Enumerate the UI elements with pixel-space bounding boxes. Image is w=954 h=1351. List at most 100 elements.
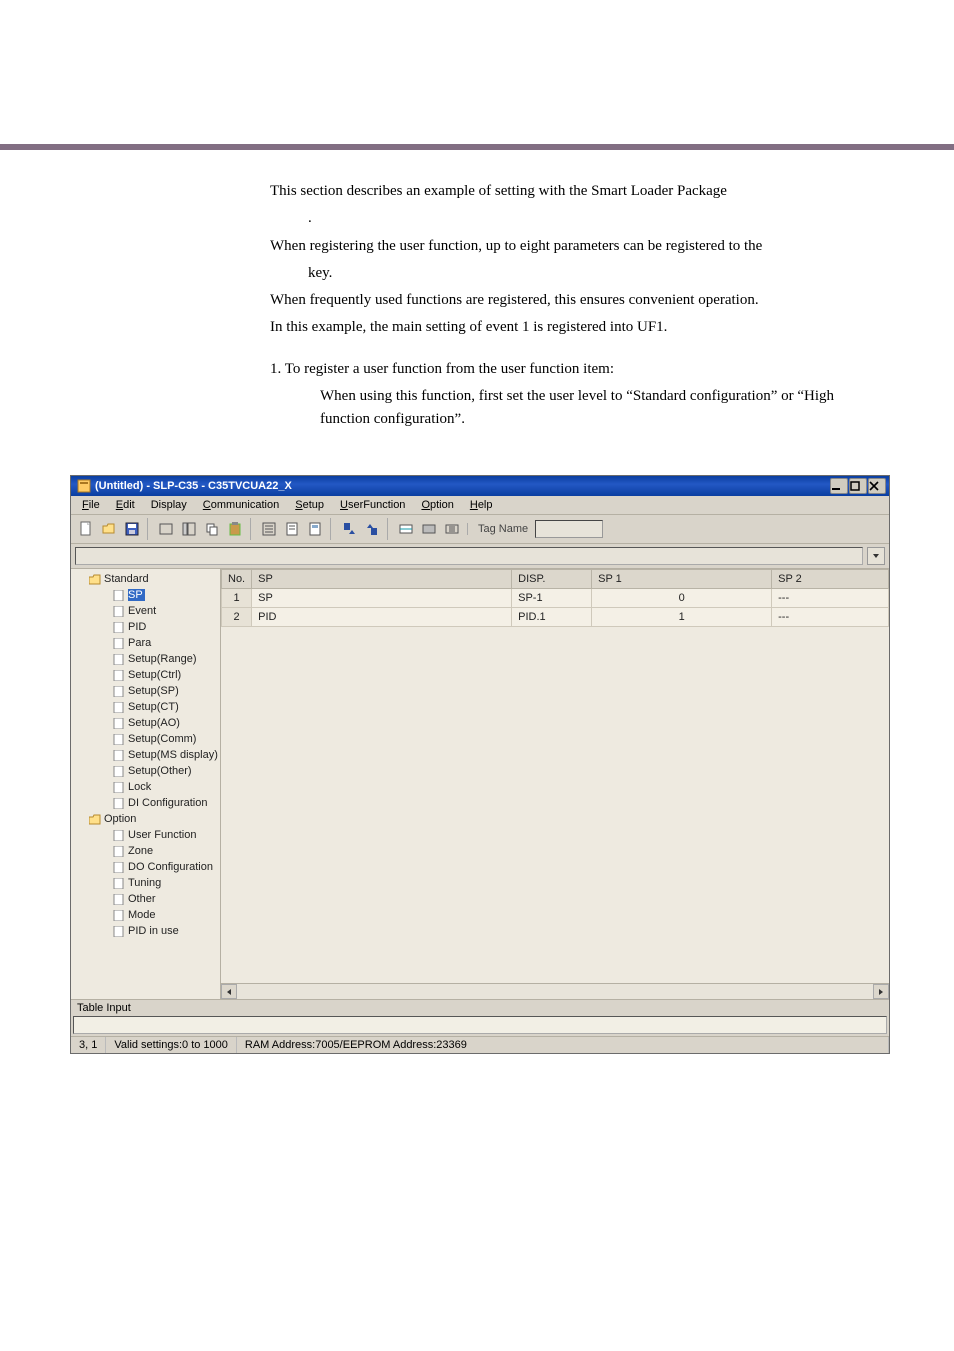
document-icon xyxy=(113,798,125,809)
tag-name-label: Tag Name xyxy=(467,523,534,535)
scroll-right-icon[interactable] xyxy=(873,984,889,999)
document-icon xyxy=(113,782,125,793)
tree-item-setup-sp[interactable]: Setup(SP) xyxy=(99,683,220,699)
toolbar-icon-10[interactable] xyxy=(304,518,326,540)
col-sp[interactable]: SP xyxy=(252,570,512,589)
col-sp2[interactable]: SP 2 xyxy=(772,570,889,589)
tree-item-setup-msdisplay[interactable]: Setup(MS display) xyxy=(99,747,220,763)
table-row[interactable]: 1 SP SP-1 0 --- xyxy=(222,589,889,608)
tree-item-setup-ctrl[interactable]: Setup(Ctrl) xyxy=(99,667,220,683)
cell-sp2[interactable]: --- xyxy=(772,589,889,608)
tree-item-setup-range[interactable]: Setup(Range) xyxy=(99,651,220,667)
tree-item-setup-ct[interactable]: Setup(CT) xyxy=(99,699,220,715)
toolbar-icon-8[interactable] xyxy=(258,518,280,540)
toolbar-separator xyxy=(387,518,391,540)
upload-icon[interactable] xyxy=(361,518,383,540)
tree-item-pid[interactable]: PID xyxy=(99,619,220,635)
toolbar-icon-15[interactable] xyxy=(441,518,463,540)
body-p4: In this example, the main setting of eve… xyxy=(270,316,864,339)
tree-item-do-configuration[interactable]: DO Configuration xyxy=(99,859,220,875)
table-input-field[interactable] xyxy=(73,1016,887,1034)
tree-item-setup-comm[interactable]: Setup(Comm) xyxy=(99,731,220,747)
col-no[interactable]: No. xyxy=(222,570,252,589)
cell-sp1[interactable]: 1 xyxy=(592,608,772,627)
minimize-button[interactable] xyxy=(830,478,848,494)
save-icon[interactable] xyxy=(121,518,143,540)
menubar: FFileile Edit Display Communication Setu… xyxy=(71,496,889,515)
toolbar-icon-9[interactable] xyxy=(281,518,303,540)
scroll-track[interactable] xyxy=(237,984,873,999)
menu-file[interactable]: FFileile xyxy=(75,498,107,512)
maximize-button[interactable] xyxy=(849,478,867,494)
statusbar: 3, 1 Valid settings:0 to 1000 RAM Addres… xyxy=(71,1036,889,1053)
tree-item-lock[interactable]: Lock xyxy=(99,779,220,795)
paste-icon[interactable] xyxy=(224,518,246,540)
menu-edit[interactable]: Edit xyxy=(109,498,142,512)
toolbar-icon-5[interactable] xyxy=(178,518,200,540)
address-dropdown-button[interactable] xyxy=(867,547,885,565)
toolbar-icon-4[interactable] xyxy=(155,518,177,540)
close-button[interactable] xyxy=(868,478,886,494)
data-grid[interactable]: No. SP DISP. SP 1 SP 2 1 SP SP-1 0 --- xyxy=(221,569,889,627)
cell-sp[interactable]: SP xyxy=(252,589,512,608)
address-bar xyxy=(71,544,889,569)
col-disp[interactable]: DISP. xyxy=(512,570,592,589)
address-field[interactable] xyxy=(75,547,863,565)
menu-userfunction[interactable]: UserFunction xyxy=(333,498,412,512)
menu-option[interactable]: Option xyxy=(414,498,460,512)
cell-disp[interactable]: SP-1 xyxy=(512,589,592,608)
document-icon xyxy=(113,606,125,617)
tree-item-tuning[interactable]: Tuning xyxy=(99,875,220,891)
menu-communication[interactable]: Communication xyxy=(196,498,286,512)
horizontal-scrollbar[interactable] xyxy=(221,983,889,999)
cell-no: 1 xyxy=(222,589,252,608)
table-row[interactable]: 2 PID PID.1 1 --- xyxy=(222,608,889,627)
tree-item-di-configuration[interactable]: DI Configuration xyxy=(99,795,220,811)
document-icon xyxy=(113,670,125,681)
nav-tree[interactable]: Standard SP Event PID Para Setup(Range) … xyxy=(71,569,221,999)
tree-folder-option[interactable]: Option User Function Zone DO Configurati… xyxy=(75,811,220,939)
cell-sp1[interactable]: 0 xyxy=(592,589,772,608)
toolbar-icon-13[interactable] xyxy=(395,518,417,540)
cell-no: 2 xyxy=(222,608,252,627)
body-p1: This section describes an example of set… xyxy=(270,180,864,203)
tree-item-para[interactable]: Para xyxy=(99,635,220,651)
document-icon xyxy=(113,910,125,921)
document-icon xyxy=(113,926,125,937)
scroll-left-icon[interactable] xyxy=(221,984,237,999)
cell-sp2[interactable]: --- xyxy=(772,608,889,627)
tree-item-pid-in-use[interactable]: PID in use xyxy=(99,923,220,939)
tree-item-sp[interactable]: SP xyxy=(99,587,220,603)
cell-disp[interactable]: PID.1 xyxy=(512,608,592,627)
titlebar: (Untitled) - SLP-C35 - C35TVCUA22_X xyxy=(71,476,889,496)
tree-item-mode[interactable]: Mode xyxy=(99,907,220,923)
menu-help[interactable]: Help xyxy=(463,498,500,512)
tree-item-user-function[interactable]: User Function xyxy=(99,827,220,843)
col-sp1[interactable]: SP 1 xyxy=(592,570,772,589)
tree-item-event[interactable]: Event xyxy=(99,603,220,619)
menu-display[interactable]: Display xyxy=(144,498,194,512)
new-file-icon[interactable] xyxy=(75,518,97,540)
tree-folder-standard[interactable]: Standard SP Event PID Para Setup(Range) … xyxy=(75,571,220,811)
document-icon xyxy=(113,830,125,841)
tree-item-other[interactable]: Other xyxy=(99,891,220,907)
document-icon xyxy=(113,590,125,601)
toolbar-separator xyxy=(330,518,334,540)
document-icon xyxy=(113,846,125,857)
toolbar-separator xyxy=(147,518,151,540)
tree-item-setup-other[interactable]: Setup(Other) xyxy=(99,763,220,779)
toolbar-icon-14[interactable] xyxy=(418,518,440,540)
tree-item-setup-ao[interactable]: Setup(AO) xyxy=(99,715,220,731)
cell-sp[interactable]: PID xyxy=(252,608,512,627)
download-icon[interactable] xyxy=(338,518,360,540)
body-text: This section describes an example of set… xyxy=(0,150,954,465)
document-icon xyxy=(113,766,125,777)
document-icon xyxy=(113,654,125,665)
tag-name-field[interactable] xyxy=(535,520,603,538)
menu-setup[interactable]: Setup xyxy=(288,498,331,512)
body-p1-dot: . xyxy=(270,207,864,230)
page-header-band xyxy=(0,0,954,150)
tree-item-zone[interactable]: Zone xyxy=(99,843,220,859)
copy-icon[interactable] xyxy=(201,518,223,540)
open-file-icon[interactable] xyxy=(98,518,120,540)
